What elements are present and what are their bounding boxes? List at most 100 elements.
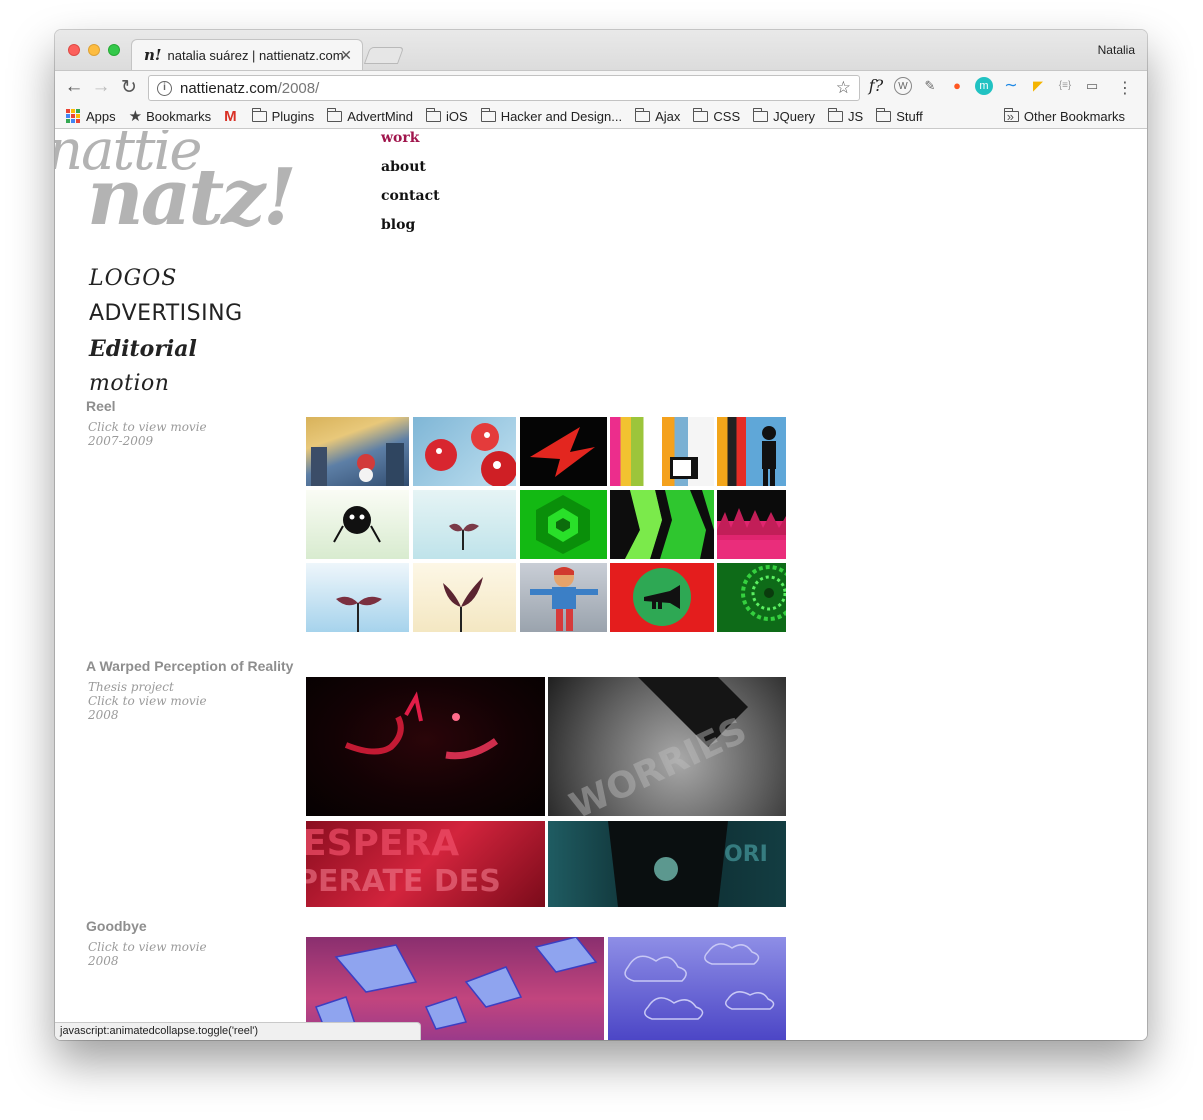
goodbye-thumbnail-art <box>624 943 775 1020</box>
reel-thumbnail[interactable] <box>413 563 516 632</box>
bookmark-folder-stuff[interactable]: Stuff <box>876 107 923 124</box>
wave-extension-icon[interactable]: ∼ <box>1002 77 1020 95</box>
reel-thumbnail-art <box>536 495 590 554</box>
bookmark-folder-css[interactable]: CSS <box>693 107 741 124</box>
browser-tab[interactable]: n! natalia suárez | nattienatz.com ✕ <box>131 39 363 70</box>
reel-thumbnail[interactable] <box>520 417 607 486</box>
flag-extension-icon[interactable]: ◤ <box>1029 77 1047 95</box>
reel-thumbnail-art <box>670 457 698 479</box>
folder-icon <box>327 107 343 122</box>
bookmark-folder-hacker[interactable]: Hacker and Design... <box>480 107 623 124</box>
project-title-warped-perception[interactable]: A Warped Perception of Reality <box>86 658 293 674</box>
folder-icon <box>251 107 267 122</box>
bookmark-folder-plugins[interactable]: Plugins <box>251 107 315 124</box>
bookmark-folder-js[interactable]: JS <box>828 107 863 124</box>
reel-thumbnail[interactable] <box>610 490 714 559</box>
project-meta-line: Click to view movie <box>88 694 207 708</box>
back-arrow-icon[interactable]: ← <box>63 76 85 98</box>
json-extension-icon[interactable]: {≡} <box>1056 77 1074 95</box>
bookmark-folder-jquery[interactable]: JQuery <box>753 107 815 124</box>
goodbye-thumbnail[interactable] <box>608 937 786 1040</box>
bookmark-label: iOS <box>446 108 468 124</box>
reel-thumbnail-art <box>336 596 382 632</box>
bookmark-label: AdvertMind <box>347 108 414 124</box>
reel-thumbnail-art <box>717 508 786 559</box>
tab-close-icon[interactable]: ✕ <box>340 47 352 64</box>
bookmark-label: Stuff <box>896 108 923 124</box>
bookmark-label: Ajax <box>655 108 681 124</box>
fire-extension-icon[interactable]: ● <box>948 77 966 95</box>
warped-thumbnail[interactable]: ESPERA PERATE DES <box>306 821 545 907</box>
font-identifier-extension-icon[interactable]: f? <box>867 77 885 95</box>
close-window-button[interactable] <box>68 44 80 56</box>
reel-thumbnail-art <box>610 490 714 559</box>
project-meta-line: Click to view movie <box>88 940 207 954</box>
project-title-goodbye[interactable]: Goodbye <box>86 918 147 934</box>
status-bar: javascript:animatedcollapse.toggle('reel… <box>55 1022 421 1040</box>
menu-icon[interactable]: ⋮ <box>1117 78 1133 98</box>
star-icon[interactable]: ☆ <box>836 78 851 98</box>
reel-thumbnail[interactable] <box>717 563 786 632</box>
category-editorial-link[interactable]: Editorial <box>89 336 243 371</box>
apps-grid-icon <box>66 109 80 123</box>
reel-thumbnail-art <box>443 577 483 632</box>
bookmark-label: Apps <box>86 108 116 124</box>
cast-extension-icon[interactable]: ▭ <box>1083 77 1101 95</box>
profile-name[interactable]: Natalia <box>1098 43 1135 57</box>
reel-thumbnail[interactable] <box>610 563 714 632</box>
forward-arrow-icon[interactable]: → <box>90 76 112 98</box>
reel-thumbnail[interactable] <box>306 490 409 559</box>
title-bar: n! natalia suárez | nattienatz.com ✕ Nat… <box>55 30 1147 70</box>
warped-thumbnail-art <box>344 691 499 760</box>
new-tab-button[interactable] <box>363 47 405 64</box>
gmail-icon: M <box>224 107 237 125</box>
bookmark-label: Hacker and Design... <box>500 108 623 124</box>
reel-thumbnail[interactable] <box>717 490 786 559</box>
nav-work-link[interactable]: work <box>381 130 440 159</box>
reel-thumbnail-art <box>762 426 776 486</box>
reel-thumbnail[interactable] <box>413 490 516 559</box>
reel-thumbnail-art <box>425 423 516 486</box>
bookmark-bookmarks[interactable]: ★ Bookmarks <box>129 107 211 125</box>
bookmark-folder-advertmind[interactable]: AdvertMind <box>327 107 414 124</box>
wordpress-extension-icon[interactable]: W <box>894 77 912 95</box>
minimize-window-button[interactable] <box>88 44 100 56</box>
bookmark-label: CSS <box>713 108 741 124</box>
warped-thumbnail[interactable] <box>306 677 545 816</box>
warped-thumbnail[interactable]: ORI <box>548 821 786 907</box>
address-bar[interactable]: i nattienatz.com/2008/ ☆ <box>148 75 860 101</box>
reel-thumbnail[interactable] <box>413 417 516 486</box>
reload-icon[interactable]: ↻ <box>118 76 140 99</box>
browser-window: n! natalia suárez | nattienatz.com ✕ Nat… <box>55 30 1147 1040</box>
nav-blog-link[interactable]: blog <box>381 217 440 246</box>
bookmark-apps[interactable]: Apps <box>66 109 116 124</box>
nav-about-link[interactable]: about <box>381 159 440 188</box>
m-extension-icon[interactable]: m <box>975 77 993 95</box>
bookmarks-bar: Apps ★ Bookmarks M Plugins AdvertMind iO… <box>55 104 1147 129</box>
reel-thumbnail[interactable] <box>717 417 786 486</box>
maximize-window-button[interactable] <box>108 44 120 56</box>
category-logos-link[interactable]: LOGOS <box>89 266 243 301</box>
work-categories: LOGOS ADVERTISING Editorial motion <box>89 266 243 406</box>
bookmark-folder-ios[interactable]: iOS <box>426 107 468 124</box>
info-icon[interactable]: i <box>157 80 172 96</box>
reel-thumbnail[interactable] <box>306 563 409 632</box>
eyedropper-extension-icon[interactable]: ✎ <box>921 77 939 95</box>
nav-contact-link[interactable]: contact <box>381 188 440 217</box>
project-meta-line: Thesis project <box>88 680 174 694</box>
category-advertising-link[interactable]: ADVERTISING <box>89 301 243 336</box>
reel-thumbnail[interactable] <box>520 490 607 559</box>
bookmark-folder-other[interactable]: Other Bookmarks <box>1003 108 1125 124</box>
reel-thumbnail[interactable] <box>610 417 714 486</box>
bookmark-gmail[interactable]: M <box>224 108 239 125</box>
reel-thumbnail[interactable] <box>306 417 409 486</box>
bookmark-folder-ajax[interactable]: Ajax <box>635 107 681 124</box>
warped-thumbnail[interactable]: WORRIES <box>548 677 786 816</box>
star-icon: ★ <box>128 108 143 125</box>
project-title-reel[interactable]: Reel <box>86 398 116 414</box>
bookmark-label: Plugins <box>271 108 315 124</box>
project-meta-line: Click to view movie <box>88 420 207 434</box>
folder-icon <box>635 107 651 122</box>
reel-thumbnail[interactable] <box>520 563 607 632</box>
extensions-area: f? W ✎ ● m ∼ ◤ {≡} ▭ <box>867 77 1101 95</box>
